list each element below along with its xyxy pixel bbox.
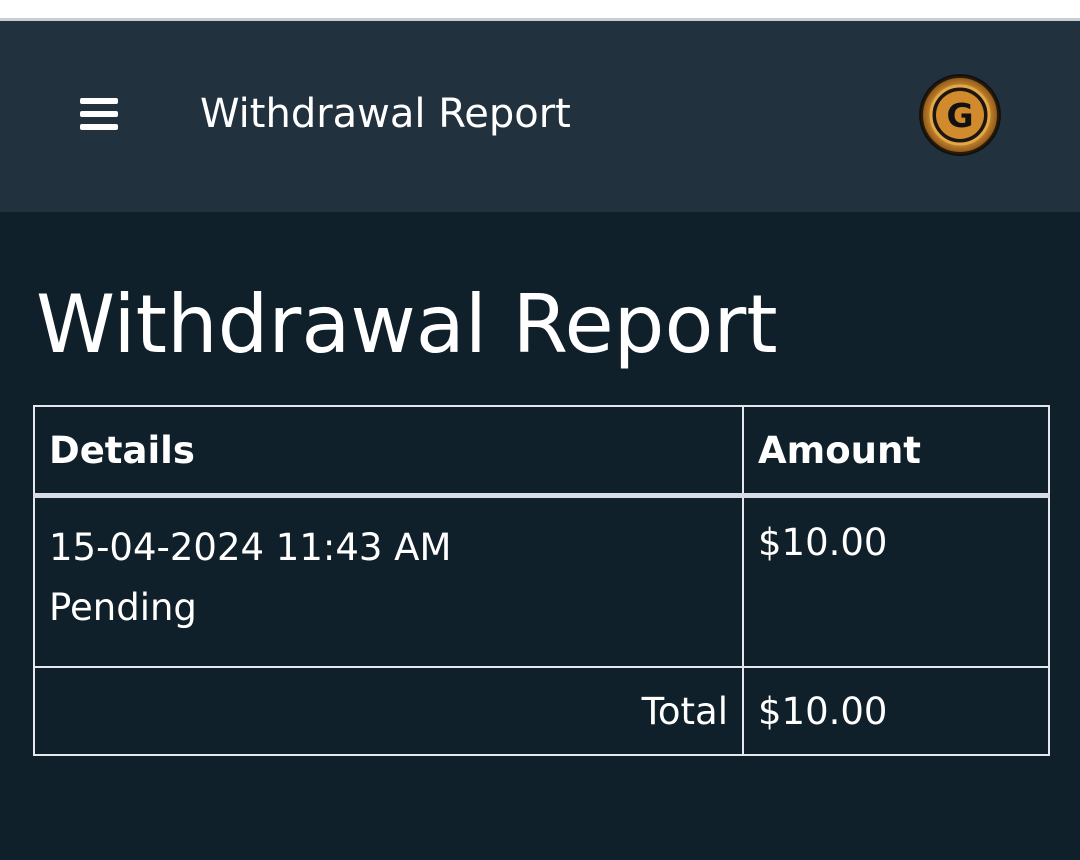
- total-amount: $10.00: [742, 666, 1050, 756]
- hamburger-menu-icon[interactable]: [80, 98, 118, 130]
- status-bar-area: [0, 0, 1080, 20]
- table-header-row: Details Amount: [33, 405, 1050, 497]
- withdrawal-details-cell: 15-04-2024 11:43 AM Pending: [33, 494, 744, 668]
- menu-bar-middle: [80, 111, 118, 117]
- app-header: Withdrawal Report G: [0, 21, 1080, 212]
- header-title: Withdrawal Report: [200, 91, 571, 137]
- total-row: Total $10.00: [33, 666, 1050, 756]
- withdrawal-report-table: Details Amount 15-04-2024 11:43 AM Pendi…: [33, 405, 1050, 756]
- menu-bar-top: [80, 98, 118, 104]
- logo-letter: G: [946, 96, 973, 135]
- amount-column-header: Amount: [742, 405, 1050, 497]
- menu-bar-bottom: [80, 124, 118, 130]
- details-column-header: Details: [33, 405, 744, 497]
- withdrawal-amount-cell: $10.00: [742, 494, 1050, 668]
- page-title: Withdrawal Report: [36, 278, 778, 371]
- withdrawal-status: Pending: [49, 586, 197, 629]
- gold-coin-logo-icon[interactable]: G: [918, 73, 1002, 157]
- table-row: 15-04-2024 11:43 AM Pending $10.00: [33, 494, 1050, 668]
- total-label: Total: [33, 666, 744, 756]
- withdrawal-datetime: 15-04-2024 11:43 AM: [49, 526, 452, 569]
